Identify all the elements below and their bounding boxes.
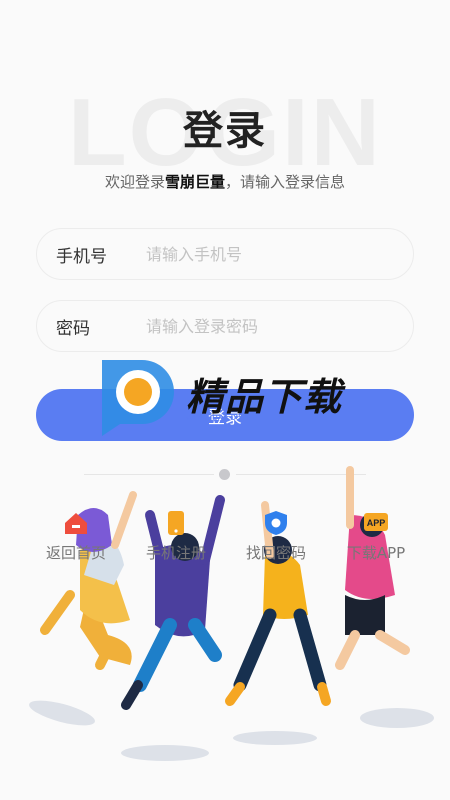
link-home-label: 返回首页 bbox=[45, 544, 106, 562]
shield-icon bbox=[265, 511, 287, 535]
subtitle-suffix: ，请输入登录信息 bbox=[225, 173, 346, 191]
phone-input[interactable] bbox=[126, 243, 413, 265]
link-phone-register-label: 手机注册 bbox=[145, 544, 206, 562]
welcome-subtitle: 欢迎登录雪崩巨量，请输入登录信息 bbox=[0, 171, 450, 192]
subtitle-prefix: 欢迎登录 bbox=[104, 173, 165, 191]
link-home[interactable]: 返回首页 bbox=[26, 510, 126, 563]
link-recover-password[interactable]: 找回密码 bbox=[226, 510, 326, 563]
password-label: 密码 bbox=[56, 318, 90, 339]
home-icon bbox=[65, 513, 87, 534]
link-recover-password-label: 找回密码 bbox=[245, 544, 306, 562]
watermark-url: www.jpxz.com bbox=[186, 412, 250, 423]
link-download-app-label: 下载APP bbox=[346, 544, 406, 562]
watermark-logo-icon bbox=[102, 360, 174, 436]
password-field[interactable]: 密码 bbox=[36, 300, 414, 352]
password-input[interactable] bbox=[126, 315, 413, 337]
link-download-app[interactable]: APP 下载APP bbox=[326, 510, 426, 563]
brand-name: 雪崩巨量 bbox=[164, 173, 225, 191]
phone-field[interactable]: 手机号 bbox=[36, 228, 414, 280]
jumping-people-illustration bbox=[29, 466, 434, 761]
link-phone-register[interactable]: 手机注册 bbox=[126, 510, 226, 563]
phone-label: 手机号 bbox=[56, 246, 107, 267]
watermark-overlay: 精品下载 www.jpxz.com bbox=[98, 356, 358, 436]
svg-text:APP: APP bbox=[367, 518, 386, 528]
page-title: 登录 bbox=[183, 108, 267, 154]
phone-icon bbox=[168, 511, 184, 535]
app-icon: APP bbox=[364, 513, 388, 531]
